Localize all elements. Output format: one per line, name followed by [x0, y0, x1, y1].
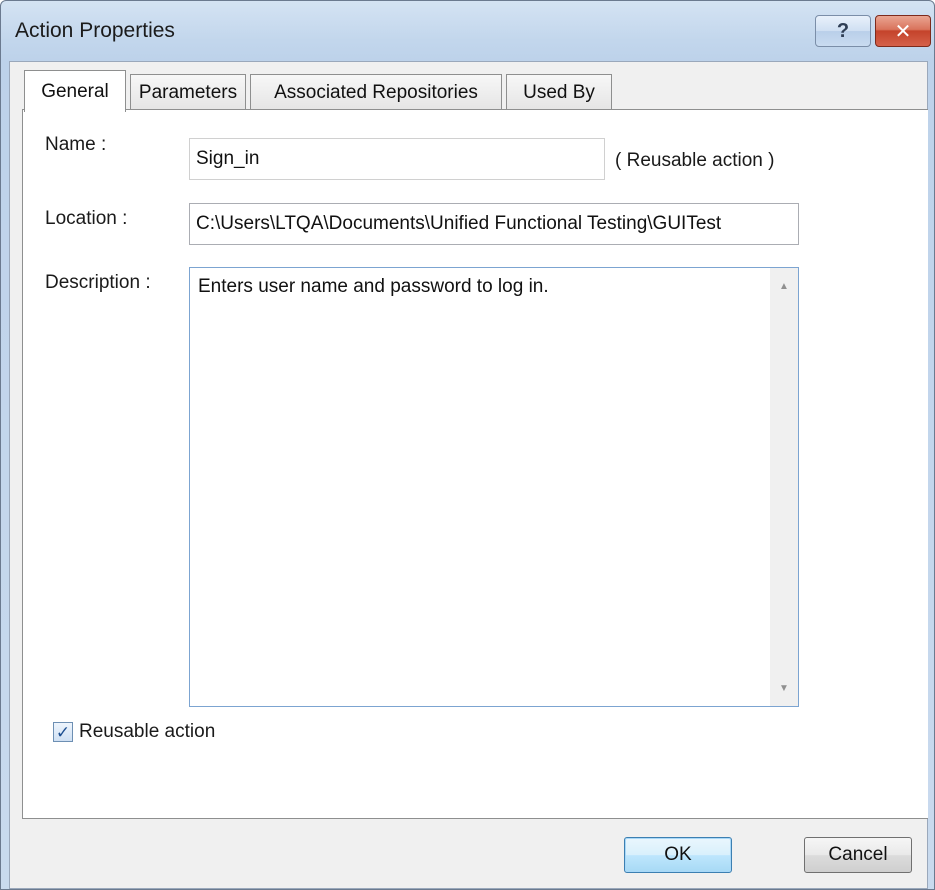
description-textarea[interactable]: Enters user name and password to log in.… [189, 267, 799, 707]
tab-parameters[interactable]: Parameters [130, 74, 246, 110]
reusable-action-checkbox[interactable]: ✓ [53, 722, 73, 742]
description-scrollbar[interactable]: ▲ ▼ [770, 268, 798, 706]
ok-button[interactable]: OK [624, 837, 732, 873]
checkmark-icon: ✓ [55, 722, 71, 742]
location-value: C:\Users\LTQA\Documents\Unified Function… [196, 213, 722, 234]
general-tab-panel: Name : Sign_in ( Reusable action ) Locat… [22, 109, 928, 819]
name-field[interactable]: Sign_in [189, 138, 605, 180]
scroll-up-arrow-icon[interactable]: ▲ [770, 272, 798, 300]
description-value: Enters user name and password to log in. [198, 276, 549, 297]
location-field[interactable]: C:\Users\LTQA\Documents\Unified Function… [189, 203, 799, 245]
tab-label: General [41, 80, 109, 102]
name-value: Sign_in [196, 148, 260, 169]
tab-general[interactable]: General [24, 70, 126, 112]
cancel-button[interactable]: Cancel [804, 837, 912, 873]
dialog-body: General Parameters Associated Repositori… [9, 61, 928, 889]
tab-used-by[interactable]: Used By [506, 74, 612, 110]
tab-label: Parameters [138, 81, 238, 103]
help-button[interactable]: ? [815, 15, 871, 47]
close-button[interactable]: ✕ [875, 15, 931, 47]
tab-label: Associated Repositories [274, 81, 478, 103]
close-icon: ✕ [894, 20, 912, 43]
help-icon: ? [836, 19, 850, 42]
reusable-action-option[interactable]: ✓ Reusable action [53, 721, 215, 743]
name-label: Name : [45, 134, 107, 155]
action-properties-dialog: Action Properties ? ✕ General Parameters… [0, 0, 935, 890]
dialog-title: Action Properties [15, 19, 175, 42]
reusable-note: ( Reusable action ) [615, 150, 775, 171]
tab-associated-repositories[interactable]: Associated Repositories [250, 74, 502, 110]
title-bar[interactable]: Action Properties ? ✕ [1, 1, 934, 61]
tab-label: Used By [523, 81, 595, 103]
scroll-down-arrow-icon[interactable]: ▼ [770, 674, 798, 702]
description-label: Description : [45, 272, 151, 293]
location-label: Location : [45, 208, 128, 229]
reusable-action-label: Reusable action [79, 721, 216, 742]
